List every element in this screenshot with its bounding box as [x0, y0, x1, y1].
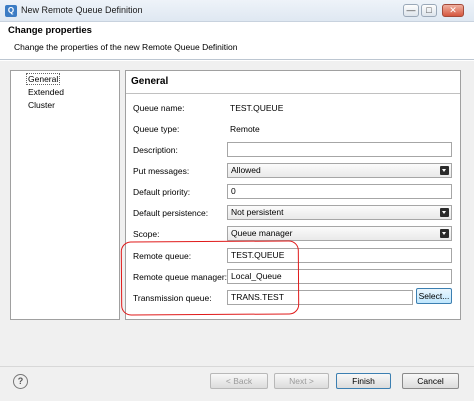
chevron-down-icon: [440, 166, 449, 175]
general-panel: General Queue name: TEST.QUEUE Queue typ…: [125, 70, 461, 320]
title-bar: Q New Remote Queue Definition — □ ✕: [0, 0, 474, 22]
queue-type-label: Queue type:: [133, 124, 180, 134]
page-title: Change properties: [8, 25, 92, 36]
panel-title: General: [131, 76, 169, 87]
scope-label: Scope:: [133, 229, 160, 239]
help-icon[interactable]: ?: [13, 374, 28, 389]
remote-queue-manager-field[interactable]: Local_Queue: [227, 269, 452, 284]
back-button[interactable]: < Back: [210, 373, 268, 389]
maximize-button[interactable]: □: [421, 4, 437, 17]
panel-divider: [126, 93, 460, 94]
nav-item-general[interactable]: General: [25, 73, 61, 85]
transmission-queue-label: Transmission queue:: [133, 293, 212, 303]
description-field[interactable]: [227, 142, 452, 157]
properties-nav: General Extended Cluster: [10, 70, 120, 320]
select-button[interactable]: Select...: [416, 288, 452, 304]
default-persistence-label: Default persistence:: [133, 208, 209, 218]
page-subtitle: Change the properties of the new Remote …: [14, 42, 238, 52]
queue-name-label: Queue name:: [133, 103, 185, 113]
queue-name-value: TEST.QUEUE: [230, 103, 284, 113]
next-button[interactable]: Next >: [274, 373, 329, 389]
default-priority-label: Default priority:: [133, 187, 191, 197]
wizard-footer: ? < Back Next > Finish Cancel: [0, 366, 474, 401]
window-title: New Remote Queue Definition: [21, 5, 143, 15]
app-icon: Q: [5, 5, 17, 17]
nav-item-extended[interactable]: Extended: [27, 87, 65, 97]
remote-queue-field[interactable]: TEST.QUEUE: [227, 248, 452, 263]
scope-value: Queue manager: [231, 228, 293, 238]
put-messages-value: Allowed: [231, 165, 261, 175]
wizard-header: Change properties Change the properties …: [0, 22, 474, 60]
close-button[interactable]: ✕: [442, 4, 464, 17]
put-messages-select[interactable]: Allowed: [227, 163, 452, 178]
put-messages-label: Put messages:: [133, 166, 190, 176]
cancel-button[interactable]: Cancel: [402, 373, 459, 389]
wizard-content: General Extended Cluster General Queue n…: [0, 61, 474, 366]
finish-button[interactable]: Finish: [336, 373, 391, 389]
default-persistence-select[interactable]: Not persistent: [227, 205, 452, 220]
minimize-button[interactable]: —: [403, 4, 419, 17]
default-persistence-value: Not persistent: [231, 207, 284, 217]
remote-queue-label: Remote queue:: [133, 251, 192, 261]
queue-type-value: Remote: [230, 124, 260, 134]
description-label: Description:: [133, 145, 178, 155]
remote-queue-manager-label: Remote queue manager:: [133, 272, 228, 282]
transmission-queue-field[interactable]: TRANS.TEST: [227, 290, 413, 305]
nav-item-cluster[interactable]: Cluster: [27, 100, 56, 110]
chevron-down-icon: [440, 208, 449, 217]
scope-select[interactable]: Queue manager: [227, 226, 452, 241]
default-priority-field[interactable]: 0: [227, 184, 452, 199]
chevron-down-icon: [440, 229, 449, 238]
